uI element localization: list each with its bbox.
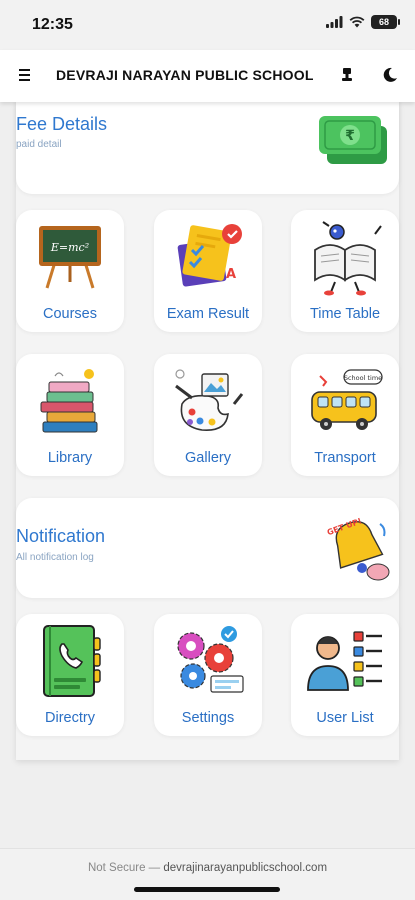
app-bar: DEVRAJI NARAYAN PUBLIC SCHOOL xyxy=(0,50,415,102)
library-tile[interactable]: Library xyxy=(16,354,124,476)
status-bar: 12:35 68 xyxy=(0,0,415,50)
user-list-icon xyxy=(307,631,382,691)
domain-label: devrajinarayanpublicschool.com xyxy=(163,862,328,874)
fee-details-title: Fee Details xyxy=(16,114,108,134)
directory-label: Directry xyxy=(45,710,95,726)
bus-bubble-text: School time xyxy=(344,374,382,382)
money-cash-icon: ₹ xyxy=(319,116,387,164)
exam-result-tile[interactable]: A Exam Result xyxy=(154,210,262,332)
gallery-tile[interactable]: Gallery xyxy=(154,354,262,476)
user-switch-icon[interactable] xyxy=(338,66,356,84)
chalkboard-easel-icon: E=mc² xyxy=(39,226,101,289)
notification-subtitle: All notification log xyxy=(16,552,94,563)
battery-icon: 68 xyxy=(371,15,400,29)
menu-icon[interactable] xyxy=(19,69,30,81)
library-label: Library xyxy=(47,450,93,466)
notification-card[interactable]: Notification All notification log GET UP… xyxy=(16,498,399,598)
exam-result-label: Exam Result xyxy=(166,306,250,322)
open-book-character-icon xyxy=(314,221,382,296)
status-time: 12:35 xyxy=(32,16,73,33)
book-stack-icon xyxy=(40,369,98,433)
app-title: DEVRAJI NARAYAN PUBLIC SCHOOL xyxy=(56,67,314,83)
browser-address-bar[interactable]: Not Secure — devrajinarayanpublicschool.… xyxy=(0,848,415,900)
art-palette-icon xyxy=(175,369,244,431)
dashboard-content: Fee Details paid detail ₹ E=mc² Courses xyxy=(16,92,399,760)
security-label: Not Secure — xyxy=(87,862,161,874)
transport-label: Transport xyxy=(314,450,376,466)
phone-directory-icon xyxy=(43,625,101,697)
exam-papers-icon: A xyxy=(177,224,242,287)
notification-title: Notification xyxy=(16,526,106,546)
gears-icon xyxy=(177,626,244,693)
status-icons: 68 xyxy=(326,15,400,29)
user-list-tile[interactable]: User List xyxy=(291,614,399,736)
wifi-icon xyxy=(349,16,365,28)
user-list-label: User List xyxy=(316,710,374,726)
rupee-symbol: ₹ xyxy=(345,128,355,144)
formula-text: E=mc² xyxy=(50,241,89,254)
time-table-tile[interactable]: Time Table xyxy=(291,210,399,332)
school-bus-icon: School time xyxy=(311,369,383,430)
signal-icon xyxy=(326,16,343,28)
fee-details-card[interactable]: Fee Details paid detail ₹ xyxy=(16,92,399,194)
home-indicator[interactable] xyxy=(134,887,280,892)
url-text[interactable]: Not Secure — devrajinarayanpublicschool.… xyxy=(0,862,415,874)
gallery-label: Gallery xyxy=(185,450,231,466)
settings-label: Settings xyxy=(181,710,235,726)
fee-details-subtitle: paid detail xyxy=(16,139,62,150)
notification-bell-icon: GET UP! xyxy=(326,516,390,581)
courses-tile[interactable]: E=mc² Courses xyxy=(16,210,124,332)
transport-tile[interactable]: School time Transport xyxy=(291,354,399,476)
courses-label: Courses xyxy=(43,306,97,322)
svg-text:A: A xyxy=(226,267,236,282)
dark-mode-moon-icon[interactable] xyxy=(381,66,399,84)
time-table-label: Time Table xyxy=(309,306,381,322)
directory-tile[interactable]: Directry xyxy=(16,614,124,736)
settings-tile[interactable]: Settings xyxy=(154,614,262,736)
